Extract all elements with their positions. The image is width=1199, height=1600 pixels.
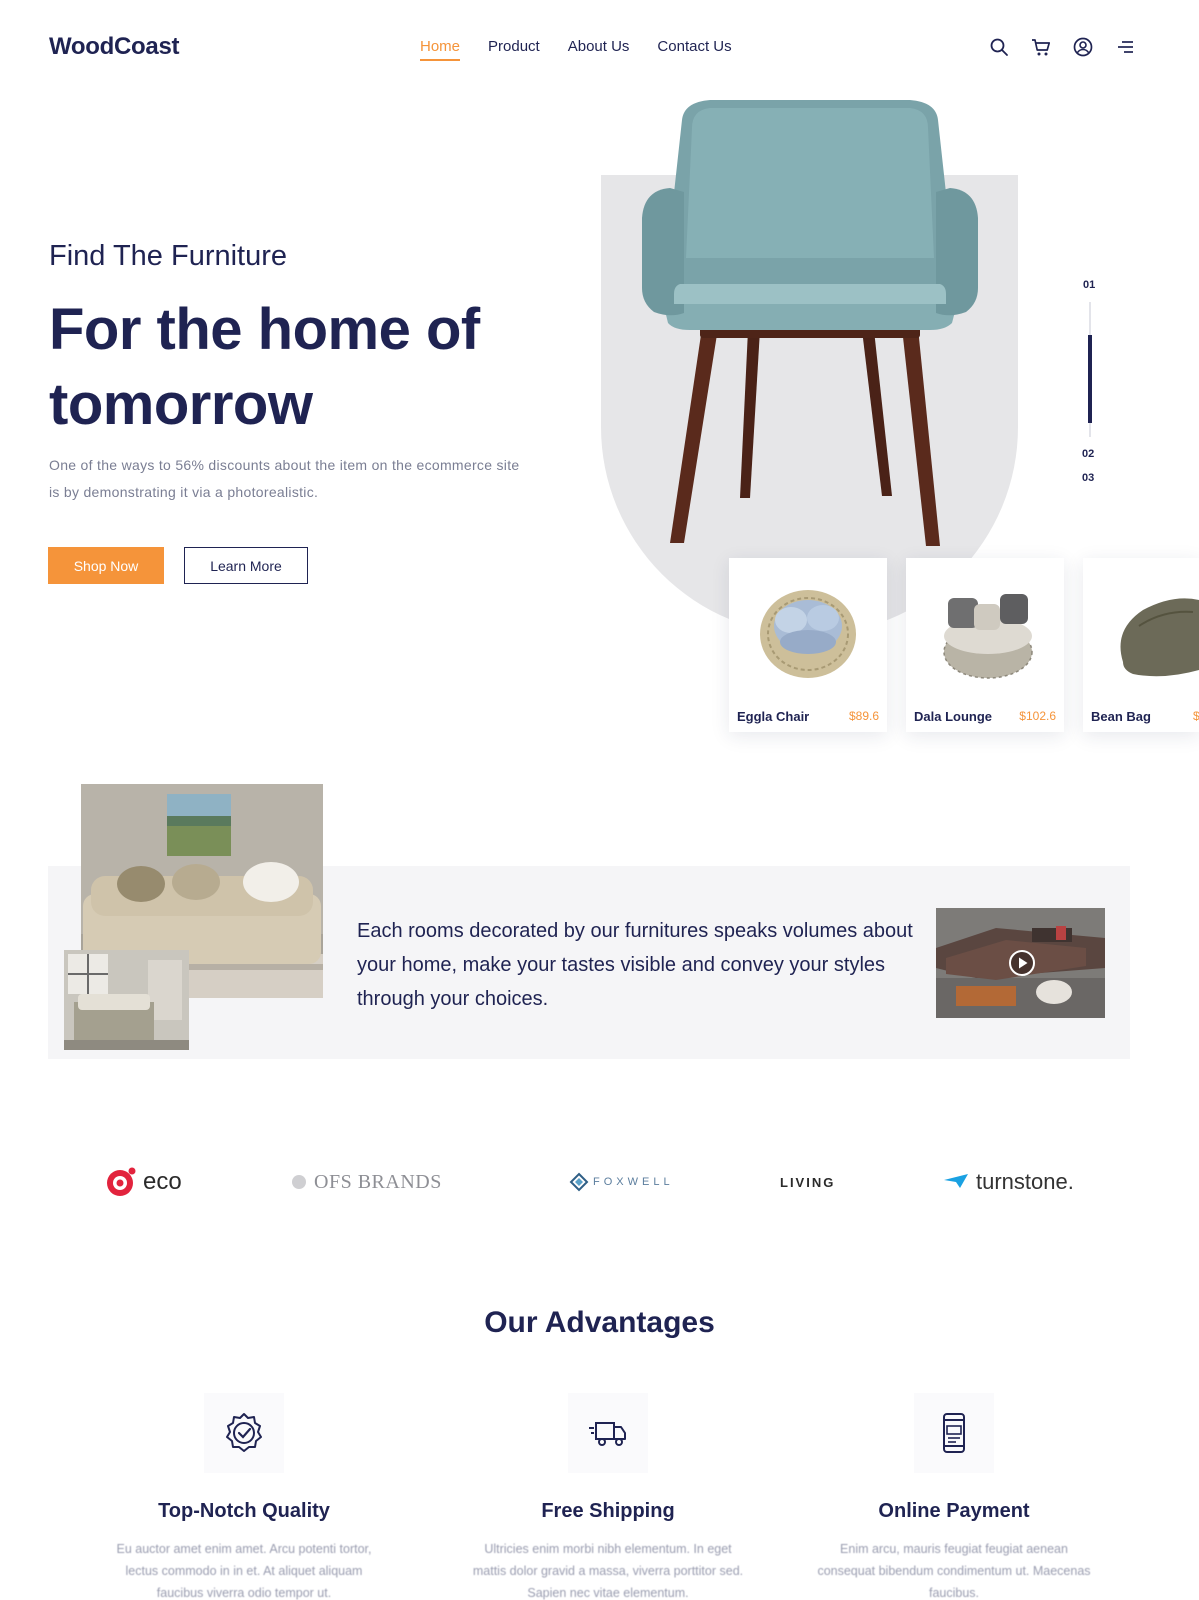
nav-product[interactable]: Product (488, 38, 540, 61)
main-nav: Home Product About Us Contact Us (420, 38, 760, 61)
menu-icon[interactable] (1114, 36, 1136, 58)
brand-name-ofs: OFS BRANDS (314, 1170, 442, 1193)
mobile-payment-icon (943, 1413, 965, 1453)
product-name: Dala Lounge (914, 709, 993, 724)
nav-about[interactable]: About Us (568, 38, 630, 61)
brand-logo-foxwell[interactable]: FOXWELL (569, 1162, 674, 1202)
brand-logo-living[interactable]: LIVING (780, 1162, 835, 1202)
advantage-title-quality: Top-Notch Quality (158, 1500, 330, 1522)
brand-logo-ofs[interactable]: OFS BRANDS (292, 1162, 442, 1202)
hero-kicker: Find The Furniture (49, 240, 288, 272)
user-icon[interactable] (1072, 36, 1094, 58)
brand-logo-eco[interactable]: eco (105, 1162, 182, 1202)
advantage-title-shipping: Free Shipping (541, 1500, 675, 1522)
product-card-bean-bag[interactable]: Bean Bag $ (1083, 558, 1199, 732)
slide-progress-track (1088, 302, 1092, 437)
eco-brand-icon (107, 1167, 136, 1196)
advantage-text-shipping: Ultricies enim morbi nibh elementum. In … (472, 1542, 744, 1600)
product-price: $ (1193, 709, 1199, 723)
product-name: Bean Bag (1091, 709, 1151, 724)
product-image-dala-lounge (916, 570, 1054, 690)
product-card-eggla-chair[interactable]: Eggla Chair $89.6 (729, 558, 887, 732)
cart-icon[interactable] (1030, 36, 1052, 58)
slide-indicator-03[interactable]: 03 (1082, 472, 1094, 484)
product-card-dala-lounge[interactable]: Dala Lounge $102.6 (906, 558, 1064, 732)
advantage-text-payment: Enim arcu, mauris feugiat feugiat aenean… (817, 1542, 1091, 1600)
product-name: Eggla Chair (737, 709, 810, 724)
product-price: $102.6 (1019, 709, 1056, 723)
shop-now-button[interactable]: Shop Now (48, 547, 164, 584)
site-logo[interactable]: WoodCoast (49, 33, 179, 61)
slide-indicator-02[interactable]: 02 (1082, 448, 1094, 460)
header-actions (988, 36, 1136, 58)
advantage-icon-box (568, 1393, 648, 1473)
brand-name-foxwell: FOXWELL (593, 1176, 674, 1188)
room-video-thumbnail[interactable] (936, 908, 1105, 1018)
nav-home[interactable]: Home (420, 38, 461, 61)
hero-chair-image (640, 98, 980, 554)
advantage-icon-box (204, 1393, 284, 1473)
delivery-truck-icon (589, 1422, 626, 1446)
slide-indicator-01[interactable]: 01 (1083, 279, 1095, 291)
learn-more-button[interactable]: Learn More (184, 547, 308, 584)
hero-title: For the home of tomorrow (49, 297, 480, 437)
nav-contact[interactable]: Contact Us (657, 38, 731, 61)
quality-badge-icon (226, 1413, 262, 1452)
rooms-description: Each rooms decorated by our furnitures s… (357, 920, 913, 1010)
search-icon[interactable] (988, 36, 1010, 58)
advantages-title: Our Advantages (484, 1306, 715, 1339)
advantage-text-quality: Eu auctor amet enim amet. Arcu potenti t… (116, 1542, 372, 1600)
brand-name-living: LIVING (780, 1174, 836, 1190)
hero-description: One of the ways to 56% discounts about t… (49, 457, 520, 500)
turnstone-brand-icon (944, 1174, 968, 1188)
product-price: $89.6 (848, 709, 879, 723)
brand-name-eco: eco (143, 1168, 182, 1195)
advantage-icon-box (914, 1393, 994, 1473)
foxwell-brand-icon (569, 1172, 589, 1192)
advantage-title-payment: Online Payment (878, 1500, 1030, 1522)
play-icon[interactable] (1008, 949, 1036, 977)
product-image-bean-bag (1093, 570, 1199, 690)
brand-name-turnstone: turnstone. (976, 1169, 1074, 1194)
product-image-eggla-chair (739, 570, 877, 690)
ofs-brand-icon (292, 1175, 306, 1189)
bedroom-image (64, 950, 189, 1050)
brand-logo-turnstone[interactable]: turnstone. (942, 1162, 1074, 1202)
slide-progress-fill (1088, 335, 1092, 423)
